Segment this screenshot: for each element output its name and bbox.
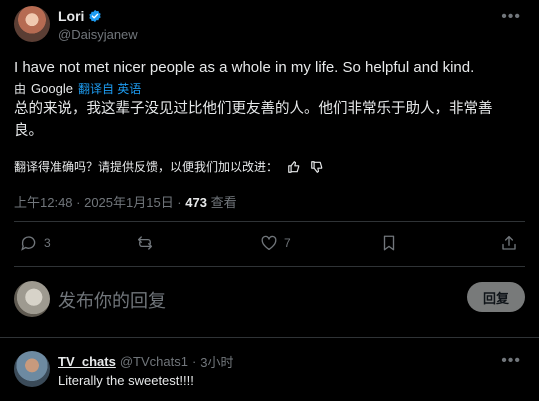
translation-attribution: 由 Google 翻译自 英语 (14, 80, 141, 97)
reply-composer: 发布你的回复 回复 (0, 271, 539, 325)
comment-header: TV_chats @TVchats1 · 3小时 (58, 352, 234, 371)
author-handle[interactable]: @Daisyjanew (58, 27, 138, 42)
commenter-avatar[interactable] (14, 351, 50, 387)
repost-icon (137, 236, 153, 250)
repost-action[interactable] (136, 234, 154, 252)
more-options-icon[interactable]: ••• (501, 352, 521, 370)
reply-input[interactable]: 发布你的回复 (58, 287, 166, 313)
comment-time[interactable]: 3小时 (200, 352, 233, 371)
reply-action[interactable]: 3 (20, 234, 51, 252)
commenter-name[interactable]: TV_chats (58, 354, 116, 369)
post-meta: 上午12:48 · 2025年1月15日 · 473 查看 (14, 192, 237, 211)
comment-text: Literally the sweetest!!!! (58, 373, 194, 388)
separator-dot: · (191, 354, 197, 369)
translated-from-link[interactable]: 翻译自 英语 (78, 80, 141, 97)
post: Lori @Daisyjanew ••• I have not met nice… (0, 0, 539, 336)
author-name-row: Lori (58, 8, 102, 24)
reply-button[interactable]: 回复 (467, 282, 525, 312)
like-action[interactable]: 7 (260, 234, 291, 252)
divider (0, 337, 539, 338)
thumbs-down-icon[interactable] (310, 160, 324, 174)
thumbs-up-icon[interactable] (287, 160, 301, 174)
post-timestamp[interactable]: 上午12:48 · 2025年1月15日 · (14, 195, 185, 210)
translation-feedback: 翻译得准确吗？请提供反馈，以便我们加以改进： (14, 158, 324, 175)
translated-text: 总的来说，我这辈子没见过比他们更友善的人。他们非常乐于助人，非常善良。 (14, 101, 493, 139)
google-logo: Google (31, 81, 73, 96)
like-count: 7 (284, 236, 291, 250)
reply-count: 3 (44, 236, 51, 250)
verified-badge-icon (89, 9, 102, 23)
author-name[interactable]: Lori (58, 8, 84, 24)
action-bar: 3 7 (14, 226, 525, 262)
comment-item[interactable]: TV_chats @TVchats1 · 3小时 ••• Literally t… (0, 342, 539, 401)
author-avatar[interactable] (14, 6, 50, 42)
bookmark-icon (383, 235, 395, 251)
share-action[interactable] (500, 234, 518, 252)
divider (14, 266, 525, 267)
reply-icon (21, 236, 36, 251)
share-icon (502, 235, 516, 250)
views-count: 473 (185, 195, 207, 210)
user-avatar[interactable] (14, 281, 50, 317)
post-text: I have not met nicer people as a whole i… (14, 59, 475, 76)
commenter-handle[interactable]: @TVchats1 (120, 354, 188, 369)
feedback-prompt: 翻译得准确吗？请提供反馈，以便我们加以改进： (14, 160, 279, 174)
heart-icon (261, 235, 277, 251)
bookmark-action[interactable] (380, 234, 398, 252)
more-options-icon[interactable]: ••• (501, 8, 521, 26)
translation-by-label: 由 (14, 82, 27, 96)
views-label: 查看 (210, 195, 237, 210)
divider (14, 221, 525, 222)
